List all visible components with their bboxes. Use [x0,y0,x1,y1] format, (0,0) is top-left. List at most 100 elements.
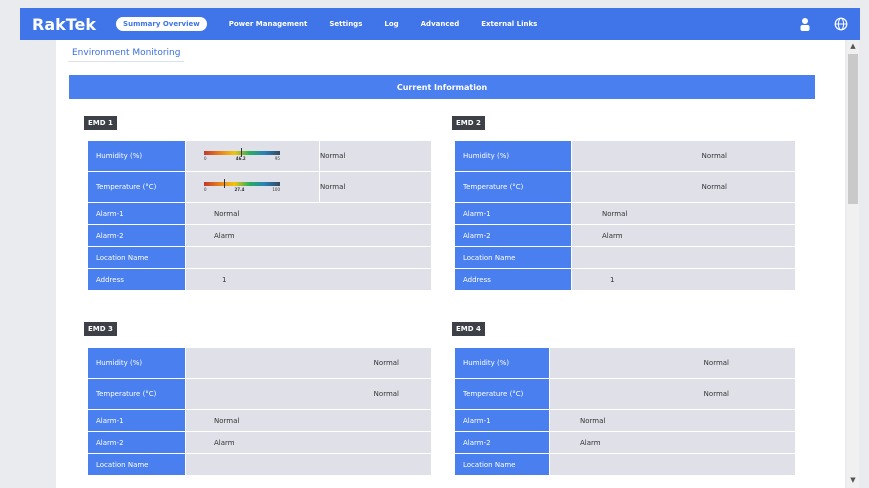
nav-external-links[interactable]: External Links [481,20,537,28]
temperature-status: Normal [319,171,432,203]
address-label: Address [454,268,572,291]
scroll-up-arrow-icon[interactable]: ▲ [847,40,859,52]
main-content: Environment Monitoring Current Informati… [56,40,845,488]
scrollbar-thumb[interactable] [848,54,858,204]
location-name-value [185,246,432,269]
alarm-2-label: Alarm-2 [87,431,186,454]
alarm-1-label: Alarm-1 [87,409,186,432]
alarm-2-value: Alarm [185,224,432,247]
brand-logo[interactable]: RakTek [32,15,96,34]
alarm-1-value: Normal [571,202,796,225]
table-row: Alarm-2 Alarm [454,224,796,247]
humidity-label: Humidity (%) [454,347,550,379]
tab-environment-monitoring[interactable]: Environment Monitoring [68,46,185,62]
humidity-gauge-max: 95 [274,156,280,161]
temperature-gauge-max: 100 [272,187,280,192]
address-value: 1 [185,268,432,291]
table-row: Address 1 [87,268,432,291]
table-row: Alarm-1 Normal [87,202,432,225]
temperature-label: Temperature (°C) [87,378,186,410]
table-row: Humidity (%) Normal [454,140,796,172]
nav-power-management[interactable]: Power Management [229,20,308,28]
alarm-1-label: Alarm-1 [454,409,550,432]
emd-1-table: Humidity (%) 0 46.2 95 Normal Temperatur… [87,140,432,291]
humidity-gauge-bar: 0 46.2 95 [204,148,280,161]
temperature-label: Temperature (°C) [454,378,550,410]
location-name-value [185,453,432,476]
humidity-status: Normal [185,347,432,379]
location-name-label: Location Name [87,246,186,269]
temperature-gauge-bar: 0 27.4 100 [204,179,280,192]
current-information-header: Current Information [69,75,815,99]
temperature-label: Temperature (°C) [454,171,572,203]
humidity-gauge-min: 0 [204,156,207,161]
humidity-status: Normal [571,140,796,172]
nav-advanced[interactable]: Advanced [421,20,460,28]
globe-icon[interactable] [834,17,848,31]
alarm-2-label: Alarm-2 [454,224,572,247]
temperature-gauge: 0 27.4 100 [185,171,320,203]
table-row: Location Name [454,246,796,269]
emd-3-label: EMD 3 [84,322,117,336]
alarm-1-value: Normal [185,202,432,225]
table-row: Humidity (%) 0 46.2 95 Normal [87,140,432,172]
temperature-status: Normal [185,378,432,410]
table-row: Location Name [87,453,432,476]
alarm-1-label: Alarm-1 [87,202,186,225]
table-row: Alarm-2 Alarm [454,431,796,454]
location-name-label: Location Name [454,453,550,476]
nav-settings[interactable]: Settings [329,20,362,28]
emd-1-label: EMD 1 [84,116,117,130]
table-row: Temperature (°C) Normal [454,171,796,203]
table-row: Alarm-1 Normal [454,409,796,432]
nav-right-group [798,8,860,40]
humidity-label: Humidity (%) [87,140,186,172]
table-row: Location Name [87,246,432,269]
address-label: Address [87,268,186,291]
table-row: Temperature (°C) 0 27.4 100 Normal [87,171,432,203]
emd-4-label: EMD 4 [452,322,485,336]
location-name-value [571,246,796,269]
nav-summary-overview[interactable]: Summary Overview [116,17,207,31]
emd-3-table: Humidity (%) Normal Temperature (°C) Nor… [87,347,432,476]
humidity-status: Normal [319,140,432,172]
alarm-1-value: Normal [549,409,796,432]
temperature-gauge-min: 0 [204,187,207,192]
alarm-2-label: Alarm-2 [87,224,186,247]
table-row: Humidity (%) Normal [454,347,796,379]
emd-4-table: Humidity (%) Normal Temperature (°C) Nor… [454,347,796,476]
table-row: Temperature (°C) Normal [87,378,432,410]
alarm-1-value: Normal [185,409,432,432]
table-row: Humidity (%) Normal [87,347,432,379]
vertical-scrollbar[interactable]: ▲ ▼ [847,40,859,488]
emd-2-table: Humidity (%) Normal Temperature (°C) Nor… [454,140,796,291]
table-row: Alarm-2 Alarm [87,431,432,454]
table-row: Alarm-1 Normal [454,202,796,225]
top-nav-bar: RakTek Summary Overview Power Management… [20,8,860,40]
location-name-value [549,453,796,476]
alarm-1-label: Alarm-1 [454,202,572,225]
user-icon[interactable] [798,17,812,31]
table-row: Alarm-1 Normal [87,409,432,432]
table-row: Temperature (°C) Normal [454,378,796,410]
temperature-label: Temperature (°C) [87,171,186,203]
alarm-2-label: Alarm-2 [454,431,550,454]
table-row: Location Name [454,453,796,476]
location-name-label: Location Name [87,453,186,476]
table-row: Address 1 [454,268,796,291]
temperature-gauge-value: 27.4 [234,187,245,192]
humidity-label: Humidity (%) [454,140,572,172]
alarm-2-value: Alarm [185,431,432,454]
table-row: Alarm-2 Alarm [87,224,432,247]
humidity-gauge: 0 46.2 95 [185,140,320,172]
temperature-status: Normal [549,378,796,410]
scroll-down-arrow-icon[interactable]: ▼ [847,474,859,486]
temperature-status: Normal [571,171,796,203]
alarm-2-value: Alarm [549,431,796,454]
nav-log[interactable]: Log [384,20,398,28]
humidity-label: Humidity (%) [87,347,186,379]
emd-2-label: EMD 2 [452,116,485,130]
address-value: 1 [571,268,796,291]
humidity-status: Normal [549,347,796,379]
alarm-2-value: Alarm [571,224,796,247]
